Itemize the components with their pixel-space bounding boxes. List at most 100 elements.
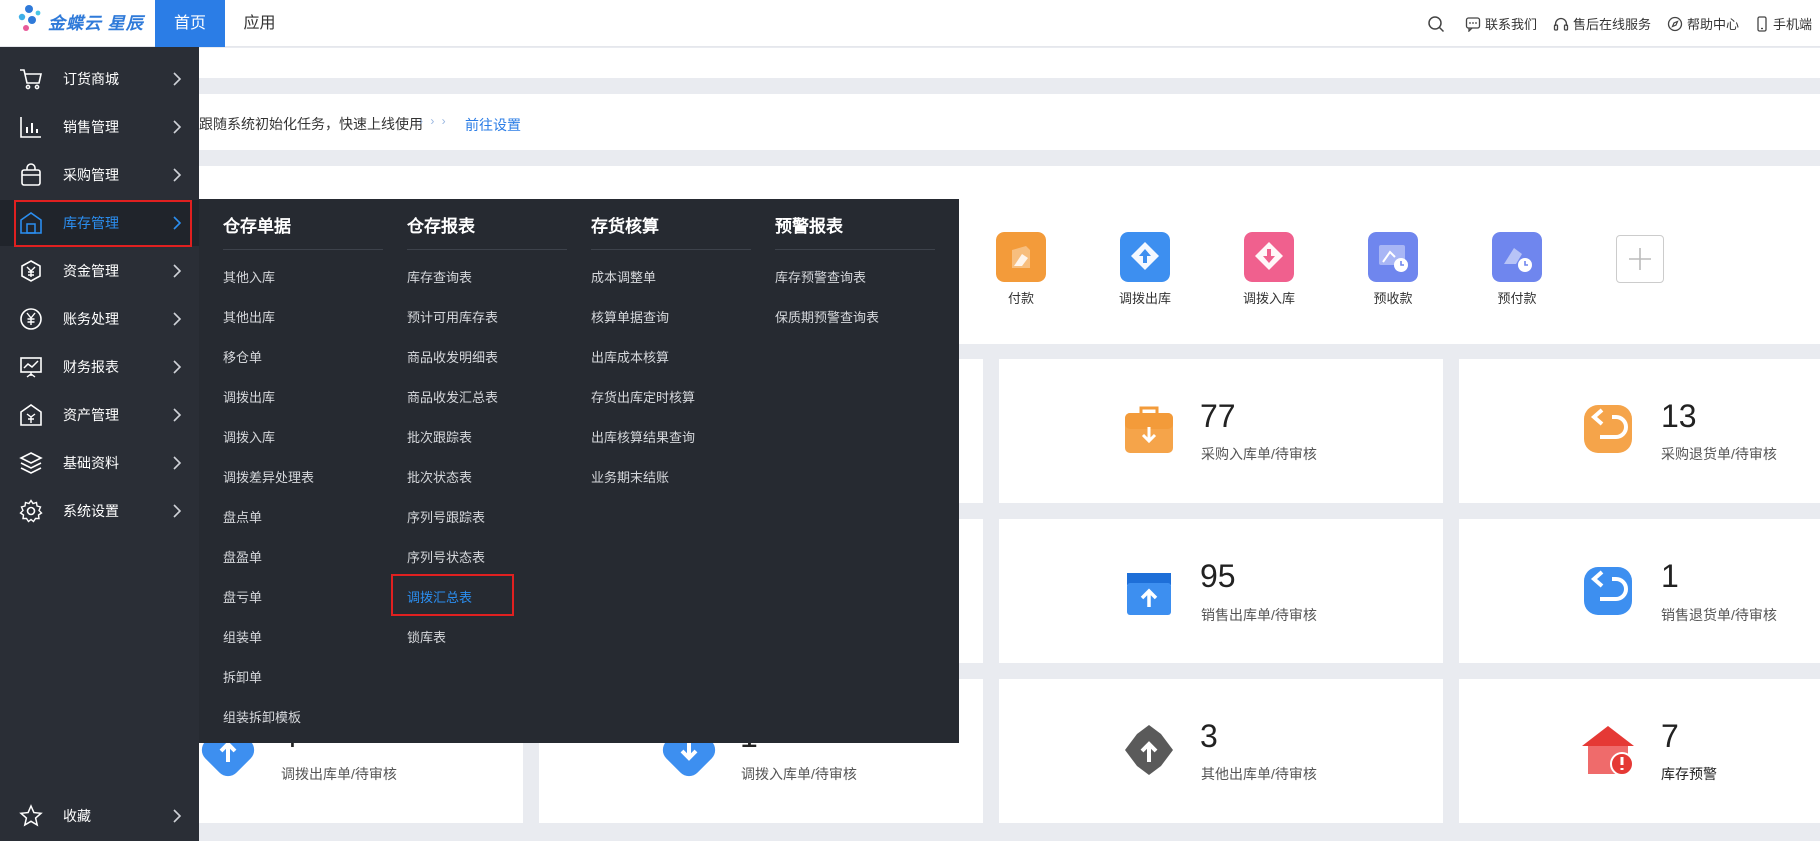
menu-item-stock-warning-query[interactable]: 库存预警查询表: [775, 267, 866, 286]
sidebar-item-settings[interactable]: 系统设置: [0, 488, 199, 534]
tab-apps[interactable]: 应用: [232, 0, 287, 47]
cart-icon: [20, 69, 42, 90]
sidebar-item-order-mall[interactable]: 订货商城: [0, 56, 199, 102]
menu-item-transfer-diff[interactable]: 调拨差异处理表: [223, 467, 314, 486]
add-quick-action-button[interactable]: [1616, 235, 1664, 283]
bar-chart-icon: [20, 117, 41, 138]
sidebar-label-favorites: 收藏: [63, 808, 91, 824]
quick-action-transfer-in[interactable]: 调拨入库: [1224, 232, 1314, 307]
purchase-in-label: 采购入库单/待审核: [1201, 446, 1317, 462]
transfer-out-label: 调拨出库: [1118, 291, 1171, 306]
after-sales-link[interactable]: 售后在线服务: [1553, 14, 1651, 33]
chevron-right-icon: [173, 120, 182, 134]
sidebar-item-assets[interactable]: 资产管理: [0, 392, 199, 438]
sales-return-count: 1: [1661, 558, 1679, 594]
inventory-mega-menu: 仓存单据 其他入库 其他出库 移仓单 调拨出库 调拨入库 调拨差异处理表 盘点单…: [199, 199, 959, 743]
menu-item-goods-summary[interactable]: 商品收发汇总表: [407, 387, 498, 406]
menu-item-stock-surplus[interactable]: 盘盈单: [223, 547, 262, 566]
menu-item-batch-status[interactable]: 批次状态表: [407, 467, 472, 486]
menu-item-stock-loss[interactable]: 盘亏单: [223, 587, 262, 606]
menu-item-stocktake[interactable]: 盘点单: [223, 507, 262, 526]
menu-item-expected-stock[interactable]: 预计可用库存表: [407, 307, 498, 326]
menu-item-cost-adjust[interactable]: 成本调整单: [591, 267, 656, 286]
sales-return-icon: [1584, 567, 1632, 615]
menu-item-costing-result[interactable]: 出库核算结果查询: [591, 427, 695, 446]
menu-item-other-out[interactable]: 其他出库: [223, 307, 275, 326]
menu-item-transfer-in[interactable]: 调拨入库: [223, 427, 275, 446]
stat-card-other-out[interactable]: [999, 679, 1443, 823]
transfer-out-icon: [1120, 232, 1170, 282]
after-sales-label: 售后在线服务: [1572, 17, 1651, 32]
transfer-in-label: 调拨入库: [1242, 291, 1295, 306]
sidebar-item-purchase[interactable]: 采购管理: [0, 152, 199, 198]
help-center-link[interactable]: 帮助中心: [1667, 14, 1739, 33]
yen-coin-icon: [20, 308, 42, 330]
menu-column-title: 仓存报表: [407, 212, 567, 250]
menu-item-scheduled-costing[interactable]: 存货出库定时核算: [591, 387, 695, 406]
stat-card-purchase-return[interactable]: [1459, 359, 1820, 503]
sidebar-item-sales[interactable]: 销售管理: [0, 104, 199, 150]
quick-action-advance-receipt[interactable]: 预收款: [1348, 232, 1438, 307]
purchase-in-count: 77: [1200, 398, 1236, 434]
stat-card-stock-warning[interactable]: [1459, 679, 1820, 823]
quick-action-transfer-out[interactable]: 调拨出库: [1100, 232, 1190, 307]
quick-action-prepayment[interactable]: 预付款: [1472, 232, 1562, 307]
menu-item-serial-tracking[interactable]: 序列号跟踪表: [407, 507, 485, 526]
funds-icon: [21, 260, 41, 282]
sidebar-label-accounting: 账务处理: [63, 311, 119, 327]
presentation-chart-icon: [20, 357, 42, 378]
go-settings-link[interactable]: 前往设置: [465, 115, 521, 135]
other-out-label: 其他出库单/待审核: [1201, 766, 1317, 782]
menu-item-assembly-template[interactable]: 组装拆卸模板: [223, 707, 301, 726]
banner-text: 跟随系统初始化任务，快速上线使用: [199, 116, 423, 132]
search-icon[interactable]: [1427, 15, 1445, 33]
headset-icon: [1553, 17, 1569, 31]
stock-warning-count: 7: [1661, 718, 1679, 754]
menu-item-other-in[interactable]: 其他入库: [223, 267, 275, 286]
chevron-right-icon: [173, 168, 182, 182]
menu-item-transfer-summary[interactable]: 调拨汇总表: [407, 587, 472, 606]
chevron-right-icon: [173, 408, 182, 422]
menu-item-move-order[interactable]: 移仓单: [223, 347, 262, 366]
menu-item-disassembly[interactable]: 拆卸单: [223, 667, 262, 686]
purchase-return-label: 采购退货单/待审核: [1661, 446, 1777, 462]
other-out-count: 3: [1200, 718, 1218, 754]
sidebar-item-inventory[interactable]: 库存管理: [0, 200, 199, 246]
sidebar-item-base-data[interactable]: 基础资料: [0, 440, 199, 486]
menu-item-shelf-life-warning[interactable]: 保质期预警查询表: [775, 307, 879, 326]
menu-item-period-close[interactable]: 业务期末结账: [591, 467, 669, 486]
logo[interactable]: 金蝶云 星辰: [18, 4, 168, 40]
quick-action-payment[interactable]: 付款: [976, 232, 1066, 307]
sidebar-item-funds[interactable]: 资金管理: [0, 248, 199, 294]
mobile-link[interactable]: 手机端: [1755, 14, 1812, 33]
sidebar-item-accounting[interactable]: 账务处理: [0, 296, 199, 342]
menu-item-goods-detail[interactable]: 商品收发明细表: [407, 347, 498, 366]
menu-item-stock-query[interactable]: 库存查询表: [407, 267, 472, 286]
menu-item-assembly[interactable]: 组装单: [223, 627, 262, 646]
menu-item-transfer-out[interactable]: 调拨出库: [223, 387, 275, 406]
menu-item-costing-doc-query[interactable]: 核算单据查询: [591, 307, 669, 326]
chevron-right-icon: [173, 312, 182, 326]
top-bar: 金蝶云 星辰 首页 应用 联系我们 售后在线服务 帮助中心 手机端: [0, 0, 1820, 47]
stat-card-sales-return[interactable]: [1459, 519, 1820, 663]
contact-us-link[interactable]: 联系我们: [1465, 14, 1537, 33]
sidebar-item-financial-reports[interactable]: 财务报表: [0, 344, 199, 390]
purchase-return-count: 13: [1661, 398, 1697, 434]
menu-item-batch-tracking[interactable]: 批次跟踪表: [407, 427, 472, 446]
shopping-bag-icon: [21, 163, 41, 186]
other-out-icon: [1125, 725, 1173, 775]
tab-home[interactable]: 首页: [155, 0, 225, 47]
sidebar-item-favorites[interactable]: 收藏: [0, 793, 199, 839]
transfer-out-stat-label: 调拨出库单/待审核: [281, 766, 397, 782]
star-icon: [19, 804, 43, 827]
chat-icon: [1465, 16, 1481, 32]
menu-item-serial-status[interactable]: 序列号状态表: [407, 547, 485, 566]
sidebar-label-funds: 资金管理: [63, 263, 119, 279]
chevron-right-icon: [173, 809, 182, 823]
warehouse-icon: [20, 212, 42, 234]
sales-return-label: 销售退货单/待审核: [1661, 607, 1777, 623]
menu-item-out-cost-calc[interactable]: 出库成本核算: [591, 347, 669, 366]
menu-item-lock-stock[interactable]: 锁库表: [407, 627, 446, 646]
stock-warning-label: 库存预警: [1661, 766, 1717, 782]
banner-arrows: › › ›: [419, 114, 448, 128]
